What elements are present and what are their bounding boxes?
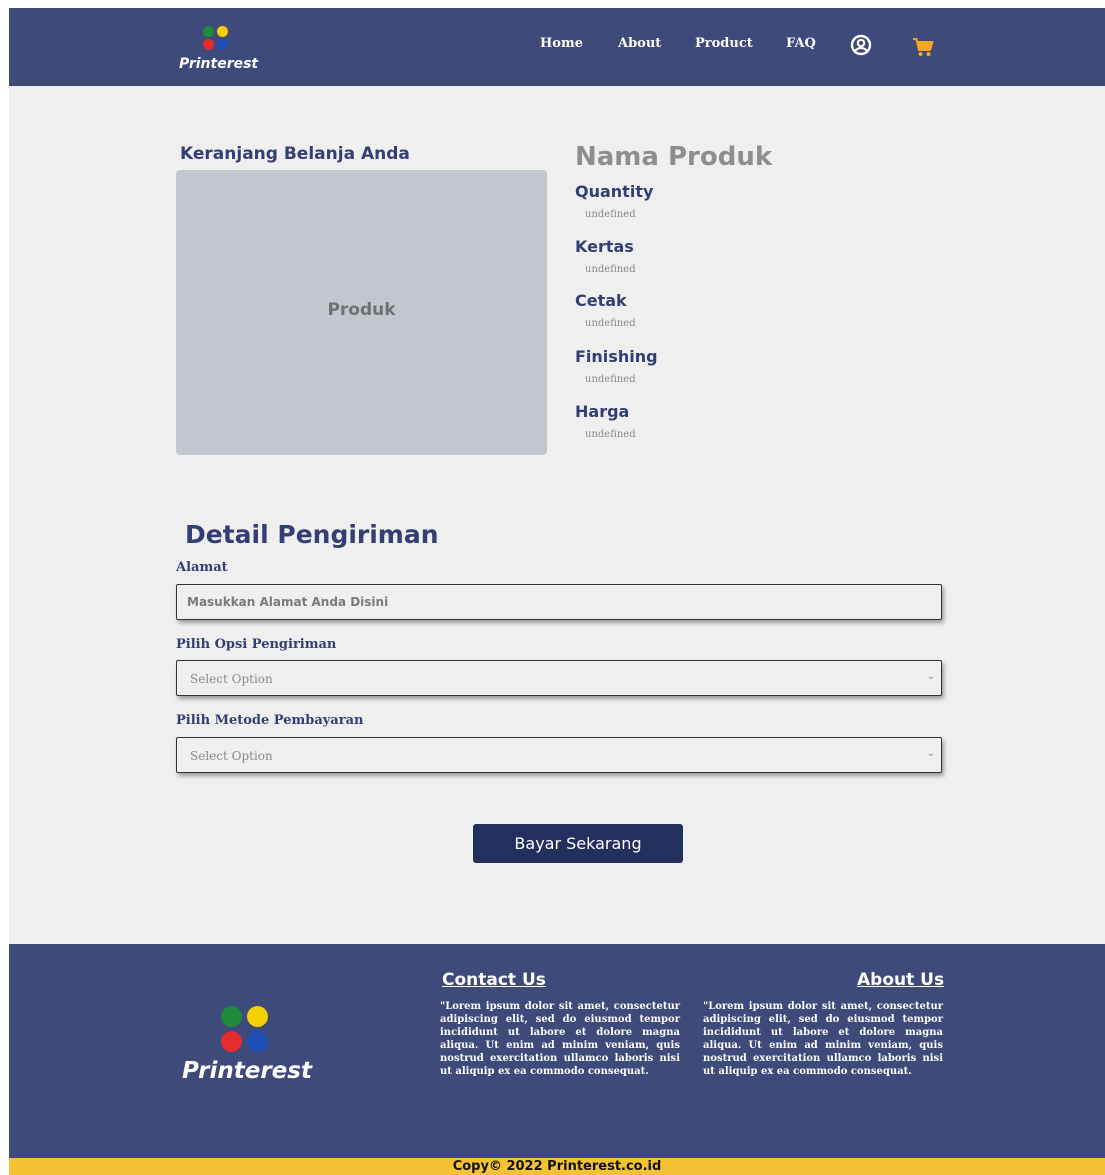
- spec-label-quantity: Quantity: [575, 182, 654, 201]
- nav-faq[interactable]: FAQ: [786, 36, 816, 51]
- spec-label-finishing: Finishing: [575, 347, 658, 366]
- spec-label-harga: Harga: [575, 402, 630, 421]
- spec-value-harga: undefined: [585, 429, 636, 440]
- payment-method-select[interactable]: Select Option ⌄: [176, 737, 942, 773]
- spec-label-cetak: Cetak: [575, 291, 627, 310]
- logo-dot-red: [221, 1031, 242, 1052]
- shipping-option-select[interactable]: Select Option ⌄: [176, 660, 942, 696]
- brand-logo[interactable]: Printerest: [177, 26, 267, 76]
- contact-us-text: "Lorem ipsum dolor sit amet, consectetur…: [440, 1001, 680, 1077]
- top-navbar: Printerest Home About Product FAQ: [9, 8, 1105, 86]
- address-label: Alamat: [176, 560, 228, 575]
- logo-dot-yellow: [217, 26, 228, 37]
- spec-label-kertas: Kertas: [575, 237, 634, 256]
- footer: Printerest Contact Us "Lorem ipsum dolor…: [9, 944, 1105, 1158]
- nav-home[interactable]: Home: [540, 36, 583, 51]
- product-image-label: Produk: [327, 300, 396, 320]
- shipping-option-value: Select Option: [190, 672, 273, 686]
- spec-value-quantity: undefined: [585, 209, 636, 220]
- logo-dot-yellow: [247, 1006, 268, 1027]
- spec-value-finishing: undefined: [585, 374, 636, 385]
- product-image-placeholder: Produk: [176, 170, 547, 455]
- chevron-down-icon: ⌄: [926, 671, 935, 682]
- product-name: Nama Produk: [575, 142, 773, 172]
- chevron-down-icon: ⌄: [926, 748, 935, 759]
- nav-product[interactable]: Product: [695, 36, 753, 51]
- copyright-bar: Copy© 2022 Printerest.co.id: [9, 1158, 1105, 1175]
- brand-name: Printerest: [179, 56, 259, 72]
- shipping-title: Detail Pengiriman: [185, 520, 439, 549]
- about-us-heading[interactable]: About Us: [857, 970, 944, 990]
- footer-brand-logo[interactable]: Printerest: [179, 1006, 319, 1096]
- spec-value-kertas: undefined: [585, 264, 636, 275]
- about-us-text: "Lorem ipsum dolor sit amet, consectetur…: [703, 1001, 943, 1077]
- shipping-option-label: Pilih Opsi Pengiriman: [176, 637, 337, 652]
- address-field-wrapper: [176, 584, 942, 620]
- footer-brand-name: Printerest: [182, 1058, 312, 1084]
- cart-title: Keranjang Belanja Anda: [180, 144, 410, 164]
- logo-dot-blue: [217, 39, 228, 50]
- pay-now-button[interactable]: Bayar Sekarang: [473, 824, 683, 863]
- page-frame: Printerest Home About Product FAQ Keranj…: [9, 8, 1105, 1175]
- logo-dot-red: [203, 39, 214, 50]
- address-input[interactable]: [177, 585, 941, 619]
- logo-dot-green: [203, 26, 214, 37]
- contact-us-heading[interactable]: Contact Us: [442, 970, 546, 990]
- nav-about[interactable]: About: [618, 36, 661, 51]
- logo-dot-blue: [247, 1031, 268, 1052]
- shopping-cart-icon[interactable]: [912, 37, 934, 61]
- user-circle-icon[interactable]: [850, 34, 872, 60]
- payment-method-label: Pilih Metode Pembayaran: [176, 713, 364, 728]
- payment-method-value: Select Option: [190, 749, 273, 763]
- spec-value-cetak: undefined: [585, 318, 636, 329]
- logo-dot-green: [221, 1006, 242, 1027]
